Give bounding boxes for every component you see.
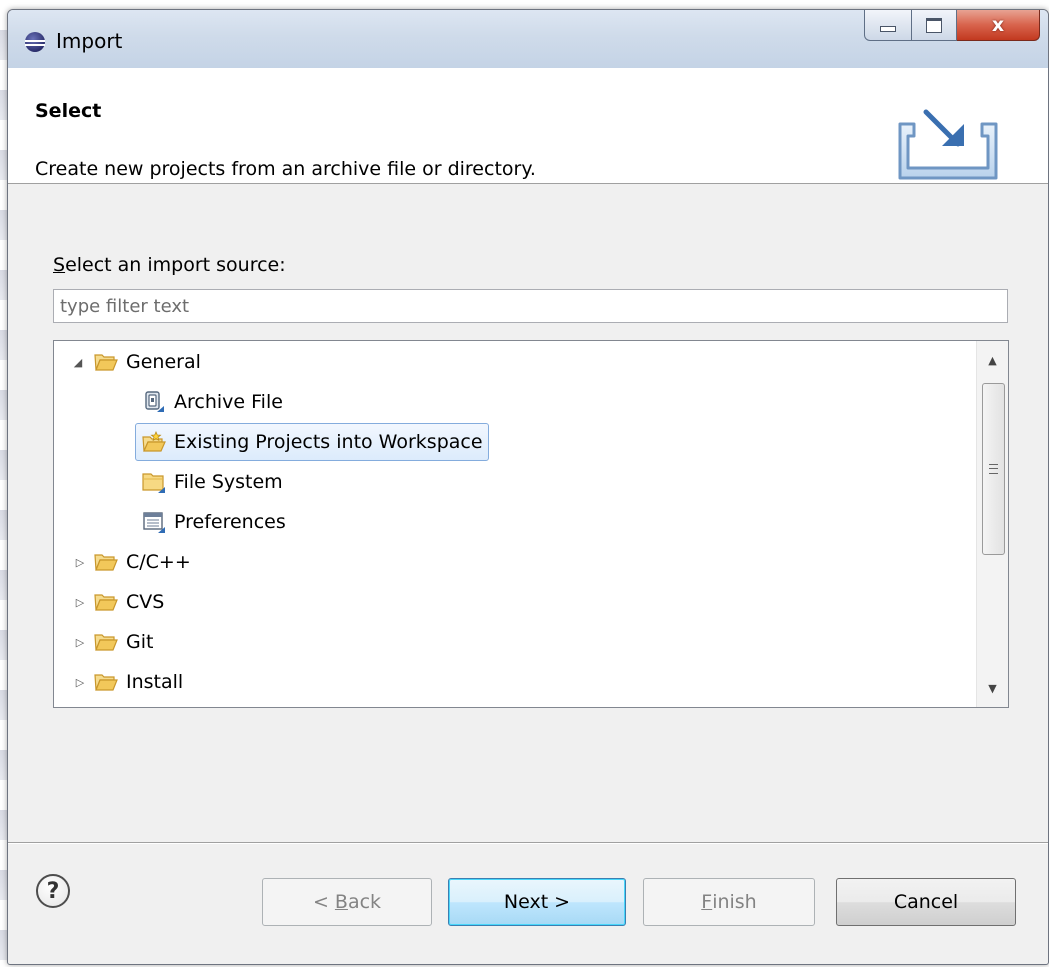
archive-file-icon [145, 391, 164, 412]
tree-item-label: Install [126, 671, 184, 693]
tree-item-label: General [126, 351, 201, 373]
tree-item-label: Archive File [174, 391, 283, 413]
cancel-button-label: Cancel [893, 891, 959, 913]
back-button[interactable]: < Back [262, 878, 432, 926]
next-button-label: Next > [503, 891, 571, 913]
import-source-tree[interactable]: ◢ General Archive File Existing Projects… [53, 340, 1009, 708]
cancel-button[interactable]: Cancel [836, 878, 1016, 926]
tree-item-existing-projects[interactable]: Existing Projects into Workspace [135, 423, 489, 461]
collapsed-arrow-icon[interactable]: ▷ [74, 676, 86, 689]
folder-open-icon [94, 594, 118, 611]
tree-item-cpp[interactable]: ▷ C/C++ [74, 544, 191, 580]
label-mnemonic: S [53, 254, 66, 276]
tree-item-archive-file[interactable]: Archive File [142, 384, 283, 420]
page-description: Create new projects from an archive file… [35, 158, 536, 180]
close-button[interactable]: x [957, 10, 1040, 41]
tree-item-label: C/C++ [126, 551, 191, 573]
back-button-prefix: < [312, 891, 335, 913]
label-rest: elect an import source: [65, 254, 286, 276]
tree-item-label: CVS [126, 591, 165, 613]
help-button[interactable]: ? [36, 874, 70, 908]
folder-open-icon [94, 634, 118, 651]
maximize-button[interactable] [912, 10, 957, 41]
preferences-icon [143, 512, 165, 533]
wizard-content: Select an import source: ◢ General [8, 184, 1048, 844]
scroll-thumb[interactable] [982, 383, 1005, 555]
tree-item-label: Git [126, 631, 154, 653]
footer-separator [8, 842, 1048, 844]
eclipse-icon [25, 32, 45, 52]
existing-projects-icon [142, 431, 166, 452]
tree-scrollbar[interactable]: ▲ ▼ [976, 341, 1008, 707]
maximize-icon [926, 17, 942, 33]
folder-open-icon [94, 674, 118, 691]
collapsed-arrow-icon[interactable]: ▷ [74, 636, 86, 649]
tree-item-git[interactable]: ▷ Git [74, 624, 154, 660]
tree-item-label: Existing Projects into Workspace [174, 431, 483, 453]
back-button-rest: ack [347, 891, 382, 913]
import-dialog: Import x Select Create new projects from… [7, 9, 1049, 965]
wizard-header: Select Create new projects from an archi… [8, 68, 1048, 184]
tree-item-cvs[interactable]: ▷ CVS [74, 584, 165, 620]
help-icon: ? [46, 878, 60, 904]
window-title: Import [56, 29, 123, 53]
finish-button-rest: inish [712, 891, 757, 913]
grip-icon [989, 464, 998, 474]
scroll-up-arrow-icon[interactable]: ▲ [977, 345, 1008, 375]
next-button[interactable]: Next > [448, 878, 626, 926]
minimize-button[interactable] [864, 10, 912, 41]
tree-item-general[interactable]: ◢ General [72, 344, 201, 380]
tree-item-label: Preferences [174, 511, 286, 533]
minimize-icon [880, 26, 896, 32]
filter-input[interactable] [53, 289, 1008, 323]
folder-open-icon [94, 354, 118, 371]
window-controls: x [864, 10, 1040, 41]
expanded-arrow-icon[interactable]: ◢ [72, 356, 84, 369]
tree-item-install[interactable]: ▷ Install [74, 664, 183, 700]
finish-button[interactable]: Finish [643, 878, 815, 926]
page-title: Select [35, 100, 102, 122]
folder-icon [142, 473, 165, 493]
back-button-mnemonic: B [334, 891, 348, 913]
collapsed-arrow-icon[interactable]: ▷ [74, 596, 86, 609]
tree-item-preferences[interactable]: Preferences [142, 504, 286, 540]
title-bar[interactable]: Import x [8, 10, 1048, 68]
tree-item-label: File System [174, 471, 283, 493]
close-icon: x [991, 14, 1005, 36]
tree-item-file-system[interactable]: File System [142, 464, 283, 500]
finish-button-mnemonic: F [701, 891, 713, 913]
import-wizard-icon [898, 109, 998, 180]
scroll-down-arrow-icon[interactable]: ▼ [977, 673, 1008, 703]
import-source-label: Select an import source: [53, 254, 286, 276]
folder-open-icon [94, 554, 118, 571]
collapsed-arrow-icon[interactable]: ▷ [74, 556, 86, 569]
